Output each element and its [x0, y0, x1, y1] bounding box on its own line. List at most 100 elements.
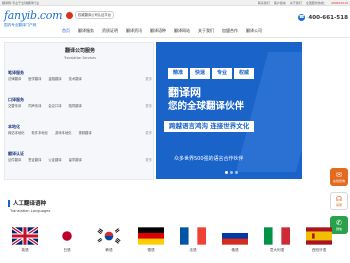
main-nav: 首页 翻译服务 资质证明 翻译资讯 翻译语种 翻译网站 关于我们 加盟合作 翻译… — [58, 26, 348, 36]
nav-item-join[interactable]: 加盟合作 — [218, 26, 242, 36]
banner-chip: 权威 — [234, 68, 254, 79]
service-group-items: 网站本地化 软件本地化 游戏本地化 视频翻译 更多 — [8, 130, 154, 136]
nav-item-about[interactable]: 关于我们 — [194, 26, 218, 36]
service-link[interactable]: 金融翻译 — [48, 76, 61, 82]
banner-chip: 精准 — [168, 68, 188, 79]
service-group-localization: 本地化 网站本地化 软件本地化 游戏本地化 视频翻译 更多 — [8, 123, 154, 136]
service-link[interactable]: 网站本地化 — [8, 130, 24, 136]
language-item-italian[interactable]: 意大利语 — [256, 227, 298, 263]
service-group-title[interactable]: 翻译认证 — [8, 150, 154, 157]
carousel-dots — [224, 171, 239, 174]
service-group-items: 证件翻译 签证翻译 公证翻译 留学翻译 更多 — [8, 157, 154, 163]
service-group-title[interactable]: 笔译服务 — [8, 69, 154, 76]
banner-chip: 快速 — [190, 68, 210, 79]
nav-item-companies[interactable]: 翻译公司 — [242, 26, 266, 36]
more-link[interactable]: 更多 — [145, 103, 152, 109]
language-item-russian[interactable]: 俄语 — [214, 227, 256, 263]
services-sidebar: 翻译公司服务 Translation Services 笔译服务 法律翻译 医学… — [4, 42, 154, 180]
language-label: 日语 — [63, 248, 71, 252]
service-link[interactable]: 技术翻译 — [69, 76, 82, 82]
japan-flag-icon — [54, 227, 80, 245]
service-link[interactable]: 陪同翻译 — [69, 103, 82, 109]
top-bar-links: 联系我们 客户留言 关于我们 全国服务热线： 400661518 — [255, 0, 348, 6]
phone-number: 400-661-518 — [308, 14, 348, 21]
wechat-icon: ✆ — [336, 219, 342, 227]
korea-flag-icon — [96, 227, 122, 245]
banner-chips: 精准 快速 专业 权威 — [168, 68, 256, 79]
rail-label: 客服 — [335, 203, 342, 207]
carousel-dot[interactable] — [235, 171, 238, 174]
language-label: 法语 — [189, 248, 197, 252]
service-link[interactable]: 公证翻译 — [48, 157, 61, 163]
service-link[interactable]: 交替传译 — [8, 103, 21, 109]
customer-service-button[interactable]: ☊ 客服 — [330, 192, 348, 210]
badge-text: 权威翻译公司认证平台 — [75, 11, 114, 19]
more-link[interactable]: 更多 — [145, 157, 152, 163]
message-link[interactable]: 客户留言 — [274, 1, 286, 5]
nav-item-home[interactable]: 首页 — [58, 26, 74, 36]
language-label: 西班牙语 — [311, 248, 327, 252]
nav-item-languages[interactable]: 翻译语种 — [146, 26, 170, 36]
service-link[interactable]: 游戏本地化 — [55, 130, 71, 136]
online-chat-button[interactable]: ✉ 在线咨询 — [330, 168, 348, 186]
service-link[interactable]: 同声传译 — [28, 103, 41, 109]
sidebar-title: 翻译公司服务 — [64, 48, 95, 54]
language-item-german[interactable]: 德语 — [130, 227, 172, 263]
nav-item-services[interactable]: 翻译服务 — [74, 26, 98, 36]
service-link[interactable]: 医学翻译 — [28, 76, 41, 82]
sidebar-subtitle: Translation Services — [64, 56, 96, 60]
rail-label: 在线咨询 — [332, 179, 345, 183]
language-label: 韩语 — [105, 248, 113, 252]
language-item-spanish[interactable]: 西班牙语 — [298, 227, 340, 263]
language-item-korean[interactable]: 韩语 — [88, 227, 130, 263]
banner-headline-2: 您的全球翻译伙伴 — [168, 101, 245, 112]
service-link[interactable]: 视频翻译 — [78, 130, 91, 136]
nav-item-news[interactable]: 翻译资讯 — [122, 26, 146, 36]
headset-icon: ☊ — [335, 195, 343, 203]
service-group-written: 笔译服务 法律翻译 医学翻译 金融翻译 技术翻译 更多 — [8, 69, 154, 82]
contact-link[interactable]: 联系我们 — [258, 1, 270, 5]
logo-mark: fanyib.com — [4, 9, 63, 22]
language-item-japanese[interactable]: 日语 — [46, 227, 88, 263]
service-group-items: 法律翻译 医学翻译 金融翻译 技术翻译 更多 — [8, 76, 154, 82]
service-link[interactable]: 软件本地化 — [31, 130, 47, 136]
more-link[interactable]: 更多 — [145, 130, 152, 136]
site-logo[interactable]: fanyib.com 国内专业翻译门户网 — [4, 9, 66, 31]
germany-flag-icon — [138, 227, 164, 245]
language-label: 俄语 — [231, 248, 239, 252]
more-link[interactable]: 更多 — [145, 76, 152, 82]
heading-accent-bar — [8, 199, 10, 207]
russia-flag-icon — [222, 227, 248, 245]
banner-chip: 专业 — [212, 68, 232, 79]
service-link[interactable]: 留学翻译 — [69, 157, 82, 163]
service-group-interpreting: 口译服务 交替传译 同声传译 会议口译 陪同翻译 更多 — [8, 96, 154, 109]
carousel-dot[interactable] — [225, 171, 228, 174]
spain-flag-icon — [306, 227, 332, 245]
france-flag-icon — [180, 227, 206, 245]
languages-subtitle: Translation Languages — [10, 209, 51, 213]
carousel-dot[interactable] — [230, 171, 233, 174]
about-link[interactable]: 关于我们 — [290, 1, 302, 5]
seal-icon — [66, 11, 73, 19]
language-label: 意大利语 — [269, 248, 285, 252]
hotline-label: 全国服务热线： — [305, 1, 327, 5]
service-group-title[interactable]: 口译服务 — [8, 96, 154, 103]
hero-banner[interactable]: 精准 快速 专业 权威 翻译网 您的全球翻译伙伴 跨越语言鸿沟 连接世界文化 众… — [156, 42, 302, 179]
language-item-french[interactable]: 法语 — [172, 227, 214, 263]
chat-icon: ✉ — [336, 171, 342, 179]
banner-ribbon: 跨越语言鸿沟 连接世界文化 — [164, 121, 255, 132]
banner-footer-text: 众多世界500强的语言合作伙伴 — [174, 156, 244, 162]
nav-divider — [0, 37, 350, 38]
language-item-english[interactable]: 英语 — [4, 227, 46, 263]
language-label: 英语 — [21, 248, 29, 252]
service-group-title[interactable]: 本地化 — [8, 123, 154, 130]
language-label: 德语 — [147, 248, 155, 252]
service-link[interactable]: 法律翻译 — [8, 76, 21, 82]
service-link[interactable]: 证件翻译 — [8, 157, 21, 163]
nav-item-sites[interactable]: 翻译网站 — [170, 26, 194, 36]
languages-heading: 人工翻译语种 — [8, 199, 46, 207]
service-link[interactable]: 会议口译 — [48, 103, 61, 109]
phone-icon: ☎ — [298, 14, 306, 21]
service-link[interactable]: 签证翻译 — [28, 157, 41, 163]
nav-item-qualifications[interactable]: 资质证明 — [98, 26, 122, 36]
